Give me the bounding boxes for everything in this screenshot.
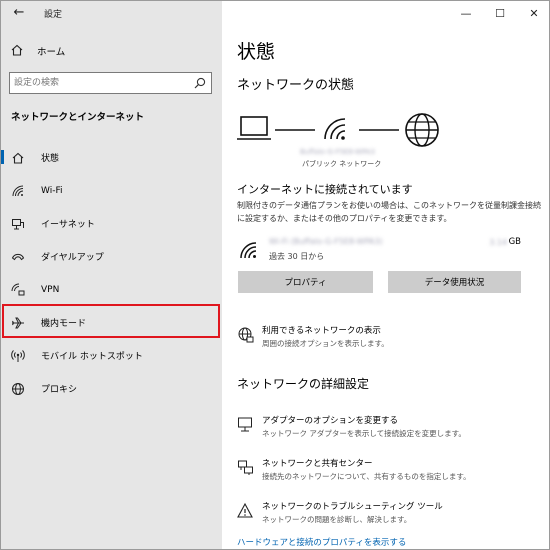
search-box[interactable] <box>9 72 212 94</box>
wifi-icon <box>240 242 257 259</box>
sidebar-item-label: モバイル ホットスポット <box>41 352 143 362</box>
adapter-monitor-icon <box>238 417 252 432</box>
vpn-icon <box>9 281 27 299</box>
sharing-center-subtitle: 接続先のネットワークについて、共有するものを指定します。 <box>262 472 471 481</box>
network-status-heading: ネットワークの状態 <box>237 78 355 93</box>
home-icon <box>7 43 27 60</box>
nav-home[interactable]: ホーム <box>7 39 217 63</box>
sidebar-item-label: プロキシ <box>41 385 78 395</box>
airplane-mode-highlight-box <box>2 304 220 338</box>
maximize-button[interactable]: ☐ <box>483 1 517 25</box>
connected-description: 制限付きのデータ通信プランをお使いの場合は、このネットワークを従量制課金接続に設… <box>237 201 541 223</box>
nav-home-label: ホーム <box>37 47 66 58</box>
network-category: パブリック ネットワーク <box>302 160 382 168</box>
available-networks-subtitle: 周囲の接続オプションを表示します。 <box>262 339 389 348</box>
usage-network-name: Wi-Fi (Buffalo-G-F5E8-WPA3) <box>269 237 383 246</box>
warning-icon <box>237 502 253 518</box>
sidebar-item-vpn[interactable]: VPN <box>1 273 222 306</box>
globe-icon <box>9 380 27 398</box>
advanced-settings-heading: ネットワークの詳細設定 <box>237 377 370 391</box>
wifi-icon <box>9 182 27 200</box>
minimize-button[interactable]: — <box>449 1 483 25</box>
settings-window: ← 設定 ホーム ネットワークとインターネット 状態 <box>0 0 550 550</box>
section-title: ネットワークとインターネット <box>11 112 145 123</box>
network-name: Buffalo-G-F5E8-WPA3 <box>300 148 375 156</box>
sidebar: ← 設定 ホーム ネットワークとインターネット 状態 <box>1 1 222 549</box>
globe-network-icon <box>238 327 254 343</box>
status-icon <box>9 149 27 167</box>
sidebar-item-label: VPN <box>41 284 60 295</box>
wifi-icon <box>324 118 346 140</box>
hotspot-icon <box>9 347 27 365</box>
hardware-properties-link[interactable]: ハードウェアと接続のプロパティを表示する <box>237 536 406 548</box>
sidebar-item-proxy[interactable]: プロキシ <box>1 372 222 405</box>
sidebar-item-label: イーサネット <box>41 220 95 230</box>
troubleshooter-title: ネットワークのトラブルシューティング ツール <box>262 502 443 512</box>
close-button[interactable]: ✕ <box>517 1 549 25</box>
adapter-options-title: アダプターのオプションを変更する <box>262 416 399 426</box>
ethernet-icon <box>9 215 27 233</box>
nav-list: 状態 Wi-Fi イーサネット ダイヤルアップ VPN 機内モード モバイル ホ… <box>1 141 222 405</box>
data-usage-button[interactable]: データ使用状況 <box>388 271 521 293</box>
sharing-center-title: ネットワークと共有センター <box>262 459 373 469</box>
connected-heading: インターネットに接続されています <box>237 183 413 196</box>
sharing-center-icon <box>238 460 253 475</box>
sidebar-item-hotspot[interactable]: モバイル ホットスポット <box>1 339 222 372</box>
search-icon[interactable] <box>193 76 207 90</box>
sidebar-item-dialup[interactable]: ダイヤルアップ <box>1 240 222 273</box>
adapter-options-subtitle: ネットワーク アダプターを表示して接続設定を変更します。 <box>262 429 466 438</box>
sidebar-item-ethernet[interactable]: イーサネット <box>1 207 222 240</box>
sidebar-item-label: 状態 <box>41 154 60 164</box>
main-pane: — ☐ ✕ 状態 ネットワークの状態 Buffalo-G-F5E8-WPA3 パ… <box>222 1 549 549</box>
sidebar-item-wifi[interactable]: Wi-Fi <box>1 174 222 207</box>
troubleshooter-subtitle: ネットワークの問題を診断し、解決します。 <box>262 515 412 524</box>
sidebar-item-label: Wi-Fi <box>41 185 63 196</box>
sidebar-item-status[interactable]: 状態 <box>1 141 222 174</box>
sidebar-item-label: ダイヤルアップ <box>41 253 104 263</box>
window-title: 設定 <box>44 10 63 20</box>
dialup-icon <box>9 248 27 266</box>
available-networks-title: 利用できるネットワークの表示 <box>262 326 381 336</box>
back-icon[interactable]: ← <box>9 4 29 22</box>
search-input[interactable] <box>14 75 189 91</box>
usage-amount: 3.14 <box>489 238 507 247</box>
usage-period: 過去 30 日から <box>269 252 325 261</box>
window-controls: — ☐ ✕ <box>449 1 549 25</box>
globe-icon <box>405 113 439 147</box>
page-title: 状態 <box>237 41 276 63</box>
laptop-icon <box>237 116 271 140</box>
properties-button[interactable]: プロパティ <box>238 271 373 293</box>
usage-unit: GB <box>508 237 521 247</box>
